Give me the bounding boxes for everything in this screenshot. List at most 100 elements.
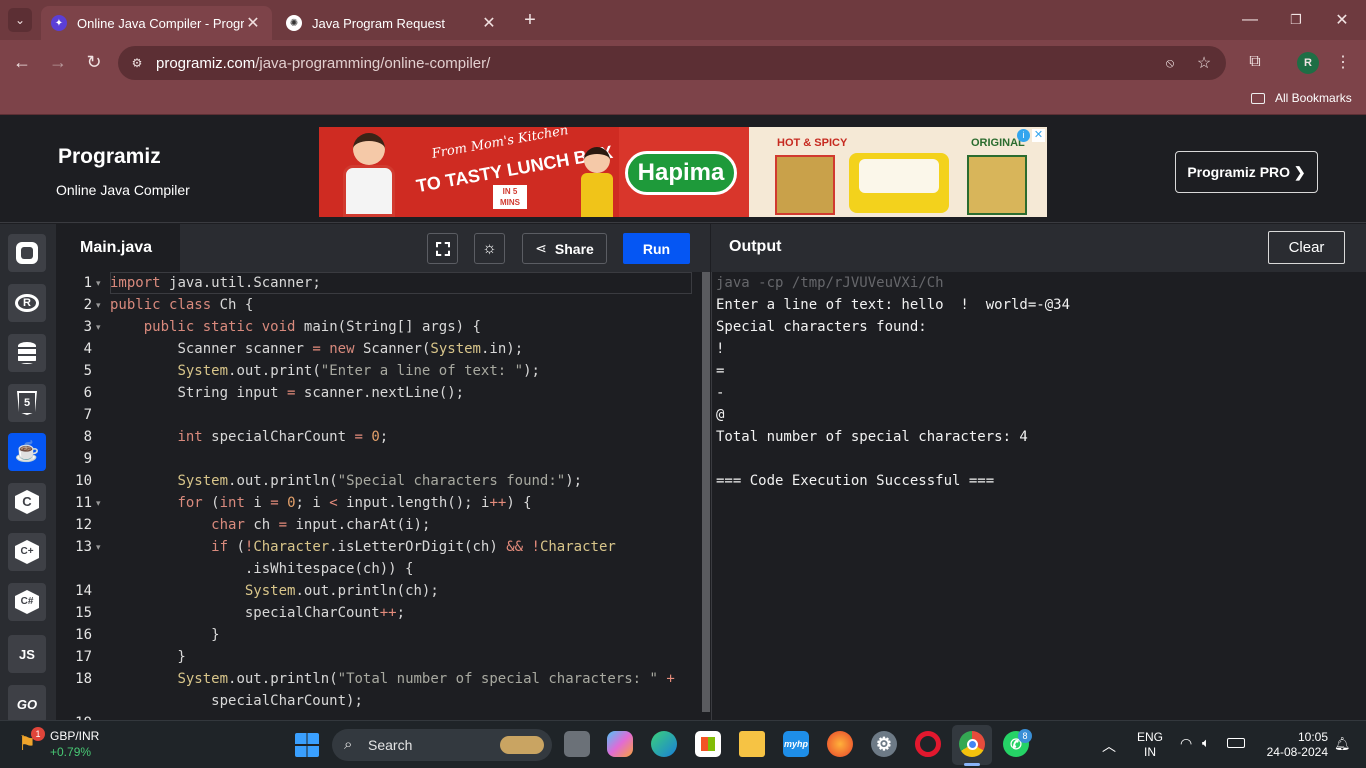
line-number: 17: [75, 649, 92, 665]
edge-browser-icon[interactable]: [651, 731, 677, 757]
notifications-icon[interactable]: 🔔︎: [1334, 736, 1351, 752]
minimize-window-icon[interactable]: —: [1238, 8, 1262, 32]
restore-window-icon[interactable]: ❐: [1284, 8, 1308, 32]
sql-database-icon[interactable]: [8, 334, 46, 372]
code-line: }: [110, 649, 186, 665]
url-host: programiz.com: [156, 54, 256, 72]
microsoft-store-icon[interactable]: [695, 731, 721, 757]
editor-header: Main.java ☼ ⋖ Share Run: [56, 224, 710, 272]
task-view-icon[interactable]: [564, 731, 590, 757]
python-icon[interactable]: [8, 234, 46, 272]
code-area[interactable]: import java.util.Scanner; public class Ch…: [110, 272, 700, 720]
forward-arrow-icon[interactable]: →: [46, 50, 70, 74]
all-bookmarks-label: All Bookmarks: [1275, 91, 1352, 105]
code-line: System.out.print("Enter a line of text: …: [177, 363, 540, 379]
output-line: Special characters found:: [716, 319, 927, 335]
tab-java-compiler[interactable]: ✦ Online Java Compiler - Program ✕: [41, 6, 272, 40]
share-button[interactable]: ⋖ Share: [522, 233, 607, 264]
profile-initial: R: [1304, 57, 1312, 69]
opera-icon[interactable]: [915, 731, 941, 757]
fold-arrow-icon[interactable]: ▾: [96, 536, 104, 558]
tab-search-button[interactable]: ⌄: [8, 8, 32, 32]
taskbar-search-box[interactable]: ⌕ Search: [332, 729, 552, 761]
close-window-icon[interactable]: ✕: [1330, 8, 1354, 32]
fold-arrow-icon[interactable]: ▾: [96, 492, 104, 514]
language-indicator[interactable]: ENG IN: [1134, 730, 1166, 760]
run-button[interactable]: Run: [623, 233, 690, 264]
back-arrow-icon[interactable]: ←: [10, 50, 34, 74]
r-language-icon[interactable]: R: [8, 284, 46, 322]
new-tab-button[interactable]: +: [518, 8, 542, 32]
fold-arrow-icon[interactable]: ▾: [96, 316, 104, 338]
bookmark-star-icon[interactable]: ☆: [1194, 53, 1214, 73]
site-info-icon[interactable]: ⚙: [128, 54, 146, 72]
golang-icon[interactable]: GO: [8, 685, 46, 723]
javascript-icon[interactable]: JS: [8, 635, 46, 673]
show-hidden-icons-chevron-icon[interactable]: ︿: [1102, 736, 1116, 756]
chrome-icon[interactable]: [959, 731, 985, 757]
sun-icon: ☼: [482, 239, 497, 257]
code-editor[interactable]: 1▾2▾3▾4567891011▾1213▾141516171819 impor…: [56, 272, 710, 720]
clock[interactable]: 10:05 24-08-2024: [1256, 730, 1328, 760]
address-bar[interactable]: ⚙ programiz.com/java-programming/online-…: [118, 46, 1226, 80]
advertisement-banner[interactable]: From Mom's Kitchen TO TASTY LUNCH BOX IN…: [319, 127, 1047, 217]
fullscreen-button[interactable]: [427, 233, 458, 264]
settings-gear-icon[interactable]: ⚙: [871, 731, 897, 757]
fold-arrow-icon[interactable]: ▾: [96, 294, 104, 316]
url-path: /java-programming/online-compiler/: [255, 54, 491, 72]
c-language-icon[interactable]: C: [8, 483, 46, 521]
chrome-running-bar: [964, 763, 980, 766]
hp-app-icon[interactable]: myhp: [783, 731, 809, 757]
editor-scrollbar[interactable]: [702, 272, 710, 712]
file-explorer-icon[interactable]: [739, 731, 765, 757]
all-bookmarks-button[interactable]: All Bookmarks: [1251, 91, 1352, 105]
java-icon[interactable]: ☕: [8, 433, 46, 471]
programiz-logo[interactable]: Programiz: [58, 145, 161, 169]
bookmarks-bar: All Bookmarks: [0, 85, 1366, 115]
copilot-icon[interactable]: [607, 731, 633, 757]
speaker-muted-icon[interactable]: 🔈︎: [1202, 735, 1210, 751]
browser-tab-bar: ⌄ ✦ Online Java Compiler - Program ✕ ✺ J…: [0, 0, 1366, 40]
line-number: 18: [75, 671, 92, 687]
battery-icon[interactable]: [1227, 738, 1245, 748]
close-tab-icon[interactable]: ✕: [480, 13, 498, 33]
code-line: public class Ch {: [110, 297, 254, 313]
theme-toggle-button[interactable]: ☼: [474, 233, 505, 264]
line-number-gutter: 1▾2▾3▾4567891011▾1213▾141516171819: [56, 272, 106, 720]
line-number: [56, 558, 92, 580]
csharp-language-icon[interactable]: C#: [8, 583, 46, 621]
profile-avatar[interactable]: R: [1297, 52, 1319, 74]
windows-start-icon[interactable]: [295, 733, 319, 757]
fold-arrow-icon[interactable]: ▾: [96, 272, 104, 294]
ad-product-pack-right: [967, 155, 1027, 215]
close-tab-icon[interactable]: ✕: [244, 13, 262, 33]
programiz-pro-button[interactable]: Programiz PRO ❯: [1175, 151, 1318, 193]
reload-icon[interactable]: ↻: [82, 50, 106, 74]
file-tab-main-java[interactable]: Main.java: [56, 224, 180, 272]
extensions-icon[interactable]: ⧉: [1244, 51, 1266, 73]
tab-title: Java Program Request: [312, 15, 445, 31]
weather-widget[interactable]: ⚑ 1 GBP/INR +0.79%: [18, 727, 118, 763]
line-number: 13: [75, 539, 92, 555]
cpp-language-icon[interactable]: C+: [8, 533, 46, 571]
eye-off-icon[interactable]: ⦸: [1160, 54, 1180, 72]
ad-product-pack-left: [775, 155, 835, 215]
tab-java-request[interactable]: ✺ Java Program Request ✕: [276, 6, 508, 40]
line-number: 4: [83, 341, 92, 357]
output-line: -: [716, 385, 725, 401]
share-label: Share: [554, 240, 594, 257]
wifi-icon[interactable]: ◠: [1180, 735, 1192, 752]
ad-info-icon[interactable]: i: [1017, 129, 1030, 142]
ad-close-icon[interactable]: ✕: [1032, 129, 1045, 142]
clock-time: 10:05: [1297, 730, 1328, 744]
firefox-icon[interactable]: [827, 731, 853, 757]
code-line: int specialCharCount = 0;: [177, 429, 389, 445]
region-code: IN: [1144, 745, 1156, 759]
code-line: System.out.println("Total number of spec…: [177, 671, 675, 687]
browser-menu-icon[interactable]: ⋮: [1334, 51, 1352, 73]
clear-button[interactable]: Clear: [1268, 231, 1345, 264]
share-icon: ⋖: [535, 240, 547, 256]
site-header: Programiz Online Java Compiler From Mom'…: [0, 115, 1366, 223]
clock-date: 24-08-2024: [1266, 745, 1328, 759]
html5-icon[interactable]: 5: [8, 384, 46, 422]
